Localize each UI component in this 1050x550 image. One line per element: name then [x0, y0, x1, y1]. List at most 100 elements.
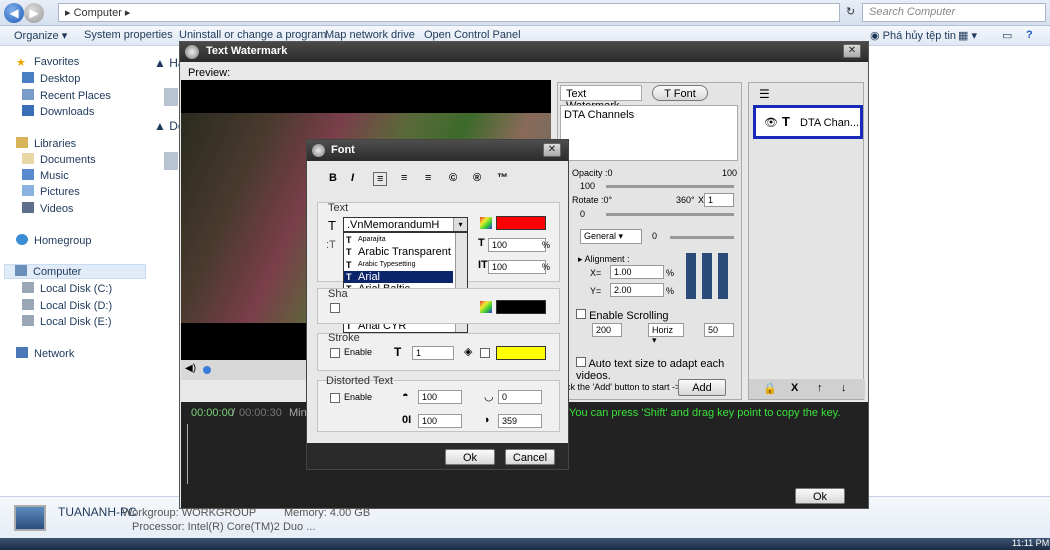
- scroll-speed[interactable]: 200: [592, 323, 622, 337]
- distort-2-input[interactable]: 0: [498, 390, 542, 404]
- opacity-slider[interactable]: [606, 185, 734, 188]
- size-w-input[interactable]: 100: [488, 238, 546, 252]
- organize-button[interactable]: Organize ▾: [14, 29, 67, 42]
- nav-documents[interactable]: Documents: [22, 153, 96, 166]
- alignment-grid[interactable]: [686, 253, 732, 299]
- system-properties-button[interactable]: System properties: [84, 29, 173, 41]
- align-center-button[interactable]: ≡: [401, 172, 407, 184]
- back-button[interactable]: ◀: [4, 3, 24, 23]
- autosize-checkbox[interactable]: [576, 357, 586, 367]
- move-up-icon[interactable]: ↑: [817, 382, 823, 394]
- nav-music[interactable]: Music: [22, 169, 69, 182]
- nav-favorites[interactable]: ★ Favorites: [16, 56, 79, 69]
- nav-label: Pictures: [40, 186, 80, 198]
- palette-icon[interactable]: [480, 217, 492, 229]
- fill-bucket-icon[interactable]: ◈: [464, 345, 472, 358]
- nav-videos[interactable]: Videos: [22, 202, 73, 215]
- trademark-button[interactable]: ™: [497, 172, 508, 184]
- nav-desktop[interactable]: Desktop: [22, 72, 80, 85]
- move-down-icon[interactable]: ↓: [841, 382, 847, 394]
- distort-1-input[interactable]: 100: [418, 390, 462, 404]
- view-icon[interactable]: ▦ ▾: [958, 29, 977, 42]
- align-left-button[interactable]: ≡: [373, 172, 388, 186]
- control-panel-button[interactable]: Open Control Panel: [424, 29, 521, 41]
- eye-icon[interactable]: 👁: [764, 116, 778, 129]
- nav-label: Downloads: [40, 106, 95, 118]
- scroll-time[interactable]: 50: [704, 323, 734, 337]
- close-button[interactable]: ✕: [843, 44, 861, 58]
- volume-icon[interactable]: ◀): [185, 363, 196, 374]
- copyright-button[interactable]: ©: [449, 172, 457, 184]
- text-input[interactable]: DTA Channels: [560, 105, 738, 161]
- font-option[interactable]: Arial: [344, 270, 453, 284]
- delete-icon[interactable]: X: [791, 382, 798, 394]
- nav-disk-e[interactable]: Local Disk (E:): [22, 315, 112, 328]
- nav-network[interactable]: Network: [16, 347, 74, 360]
- palette-icon[interactable]: [480, 301, 492, 313]
- nav-downloads[interactable]: Downloads: [22, 105, 94, 118]
- shadow-checkbox[interactable]: [330, 303, 340, 313]
- shadow-color-swatch[interactable]: [496, 300, 546, 314]
- address-input[interactable]: ▸ Computer ▸: [58, 3, 840, 22]
- scrolling-checkbox[interactable]: [576, 309, 586, 319]
- rotate-slider[interactable]: [606, 213, 734, 216]
- y-input[interactable]: 2.00: [610, 283, 664, 297]
- lock-icon[interactable]: 🔒: [763, 382, 777, 395]
- x-input[interactable]: 1.00: [610, 265, 664, 279]
- text-color-swatch[interactable]: [496, 216, 546, 230]
- font-close-button[interactable]: ✕: [543, 143, 561, 157]
- rotate-spin[interactable]: 1: [704, 193, 734, 207]
- nav-pictures[interactable]: Pictures: [22, 185, 80, 198]
- distort-3-input[interactable]: 100: [418, 414, 462, 428]
- stroke-fill-checkbox[interactable]: [480, 348, 490, 358]
- nav-homegroup[interactable]: Homegroup: [16, 234, 91, 247]
- help-icon[interactable]: ?: [1026, 29, 1033, 41]
- font-select[interactable]: .VnMemorandumH ▾: [343, 217, 468, 232]
- font-ok-button[interactable]: Ok: [445, 449, 495, 465]
- font-option[interactable]: Arabic Typesetting: [344, 259, 453, 271]
- align-right-button[interactable]: ≡: [425, 172, 431, 184]
- watermark-list-item[interactable]: 👁 T DTA Chan...: [753, 105, 863, 139]
- nav-computer[interactable]: Computer: [4, 264, 146, 279]
- nav-recent[interactable]: Recent Places: [22, 89, 111, 102]
- nav-libraries[interactable]: Libraries: [16, 137, 76, 150]
- font-option[interactable]: Aparajita: [344, 234, 453, 246]
- nav-disk-d[interactable]: Local Disk (D:): [22, 299, 112, 312]
- shred-button[interactable]: ◉ Phá hủy tệp tin: [870, 29, 956, 42]
- playhead[interactable]: [187, 424, 188, 484]
- mode-slider[interactable]: [670, 236, 734, 239]
- uninstall-button[interactable]: Uninstall or change a program: [179, 29, 326, 41]
- stroke-color-swatch[interactable]: [496, 346, 546, 360]
- map-drive-button[interactable]: Map network drive: [325, 29, 415, 41]
- layers-icon[interactable]: ☰: [759, 87, 770, 101]
- distort-4-input[interactable]: 359: [498, 414, 542, 428]
- stroke-width-input[interactable]: 1: [412, 346, 454, 360]
- bold-button[interactable]: B: [329, 172, 337, 184]
- distorted-checkbox[interactable]: [330, 393, 340, 403]
- forward-button[interactable]: ▶: [24, 3, 44, 23]
- chevron-down-icon[interactable]: ▾: [453, 218, 467, 231]
- mode-value: General: [584, 231, 617, 241]
- search-input[interactable]: Search Computer: [862, 3, 1046, 22]
- mode-select[interactable]: General ▾: [580, 229, 642, 244]
- tab-font[interactable]: T Font: [652, 85, 708, 101]
- scroll-direction[interactable]: Horiz ▾: [648, 323, 684, 345]
- italic-button[interactable]: I: [351, 172, 354, 184]
- nav-label: Local Disk (E:): [40, 316, 112, 328]
- seek-handle[interactable]: [203, 366, 211, 374]
- registered-button[interactable]: ®: [473, 172, 481, 184]
- tab-text-watermark[interactable]: Text Watermark: [560, 85, 642, 112]
- shadow-group: Sha: [317, 288, 560, 324]
- stroke-checkbox[interactable]: [330, 348, 340, 358]
- add-button[interactable]: Add: [678, 379, 726, 396]
- opacity-label: Opacity :0: [572, 168, 613, 178]
- font-cancel-button[interactable]: Cancel: [505, 449, 555, 465]
- nav-label: Computer: [33, 266, 82, 278]
- scrolling-row[interactable]: Enable Scrolling: [576, 309, 669, 322]
- nav-disk-c[interactable]: Local Disk (C:): [22, 282, 112, 295]
- font-option[interactable]: Arabic Transparent: [344, 246, 453, 258]
- watermark-ok-button[interactable]: Ok: [795, 488, 845, 504]
- preview-pane-icon[interactable]: ▭: [1002, 29, 1012, 42]
- refresh-icon[interactable]: ↻: [846, 5, 855, 18]
- size-h-input[interactable]: 100: [488, 260, 546, 274]
